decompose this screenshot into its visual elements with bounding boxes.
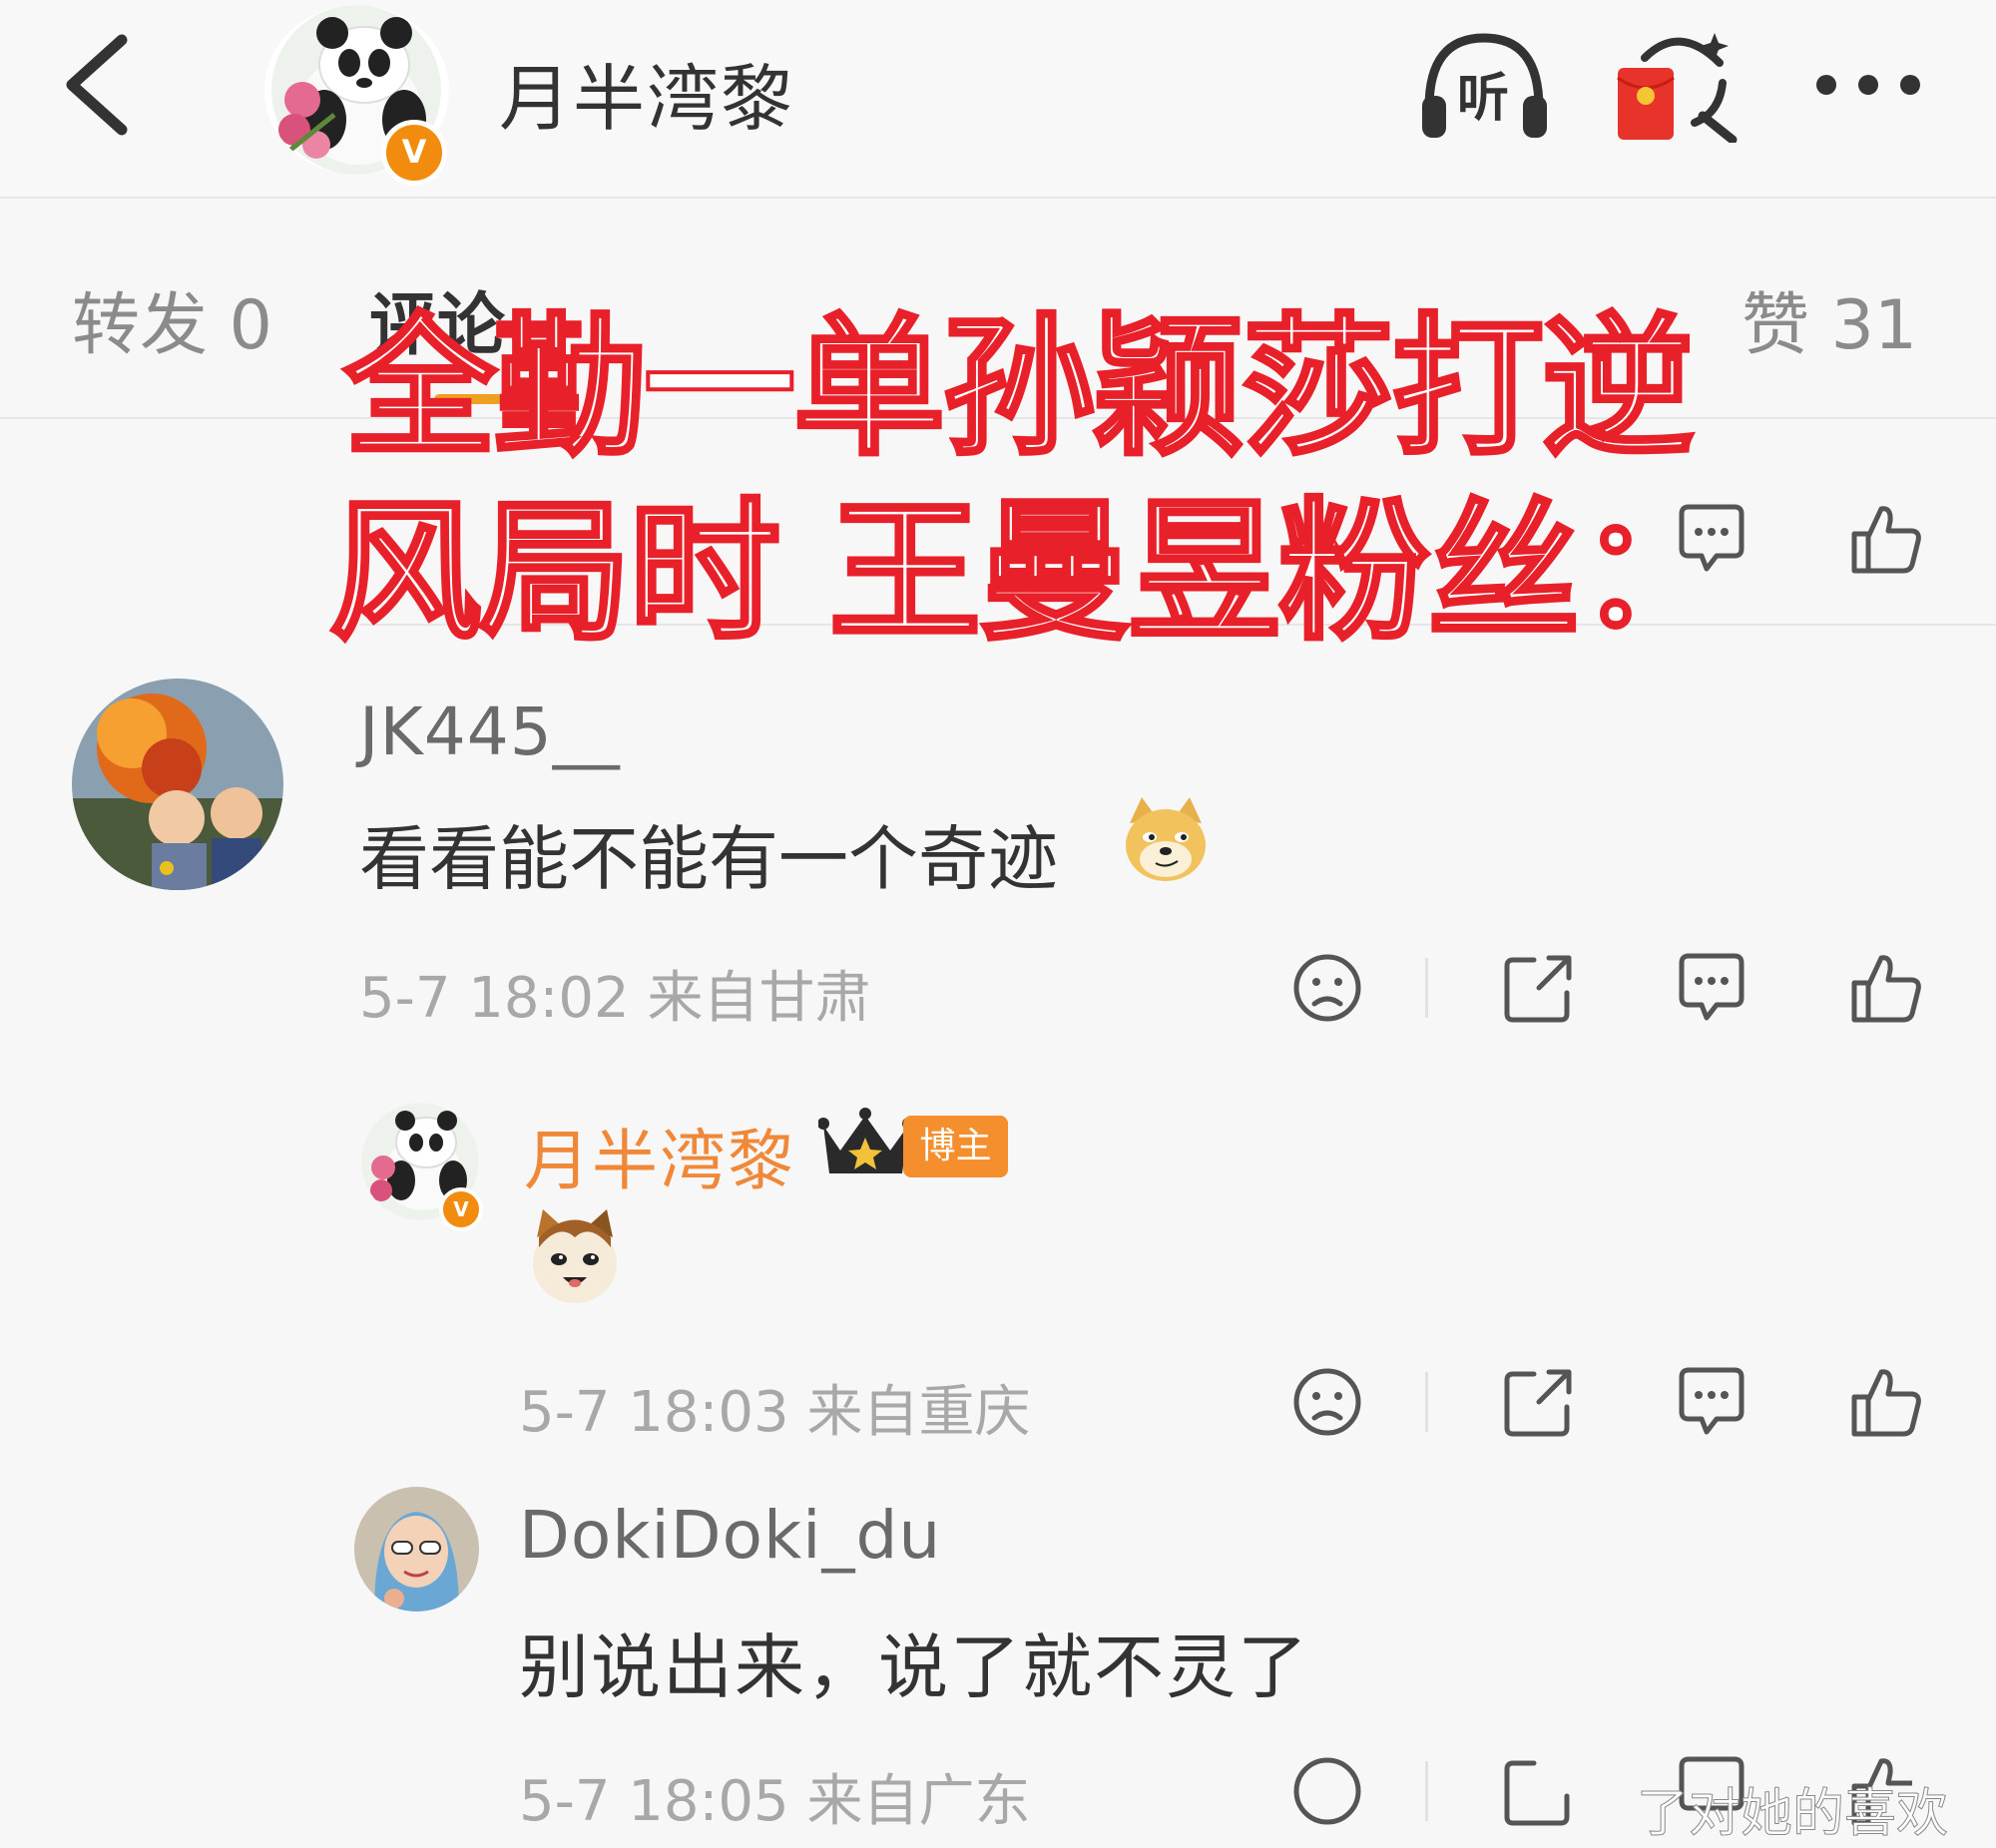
listen-button[interactable]: 听: [1417, 28, 1552, 143]
page-title: 月半湾黎: [499, 57, 795, 141]
back-arrow-icon[interactable]: [52, 30, 142, 140]
comment-meta: 5-7 18:02 来自甘肃: [359, 966, 871, 1031]
crown-icon: [818, 1108, 913, 1173]
comment-meta: 5-7 18:05 来自广东: [519, 1769, 1031, 1834]
share-icon[interactable]: [1499, 948, 1579, 1028]
avatar[interactable]: [72, 679, 283, 890]
user-avatar-image: [72, 679, 283, 890]
dislike-face-icon[interactable]: [1287, 1362, 1367, 1442]
comment-icon[interactable]: [1672, 1362, 1751, 1442]
comment-username[interactable]: DokiDoki_du: [519, 1497, 941, 1574]
doge-emoji-icon: [1126, 797, 1206, 881]
watermark: 了对她的喜欢: [1636, 1784, 1949, 1845]
comment-actions: [1277, 948, 1976, 1038]
avatar[interactable]: [354, 1487, 479, 1612]
comment-icon[interactable]: [1672, 948, 1751, 1028]
share-icon[interactable]: [1499, 1751, 1579, 1831]
dislike-face-icon[interactable]: [1287, 948, 1367, 1028]
like-icon[interactable]: [1846, 948, 1926, 1028]
reply-username[interactable]: 月半湾黎: [524, 1108, 795, 1203]
reply-meta: 5-7 18:03 来自重庆: [519, 1380, 1031, 1445]
comment-username[interactable]: JK445__: [359, 693, 621, 770]
divider: [1425, 1761, 1428, 1821]
like-icon[interactable]: [1846, 499, 1926, 579]
comment-text: 看看能不能有一个奇迹: [359, 818, 1058, 900]
comment-text: 别说出来，说了就不灵了: [519, 1626, 1309, 1708]
cat-emoji-icon: [533, 1209, 617, 1303]
dislike-face-icon[interactable]: [1287, 1751, 1367, 1831]
tab-like[interactable]: 赞 31: [1742, 269, 1917, 368]
user-avatar-image: [354, 1487, 479, 1612]
overlay-caption-line2: 风局时 王曼昱粉丝：: [327, 482, 1732, 663]
divider: [1425, 1372, 1428, 1432]
share-icon[interactable]: [1499, 1362, 1579, 1442]
red-envelope-search-icon[interactable]: [1615, 28, 1740, 143]
verified-badge-icon: V: [381, 120, 447, 186]
tab-repost[interactable]: 转发 0: [72, 269, 272, 368]
divider: [1425, 958, 1428, 1018]
like-icon[interactable]: [1846, 1362, 1926, 1442]
listen-label: 听: [1457, 69, 1510, 129]
more-options-icon[interactable]: [1811, 65, 1926, 105]
reply-actions: [1277, 1362, 1976, 1452]
verified-badge-icon: V: [439, 1187, 483, 1231]
blogger-badge: 博主: [903, 1116, 1008, 1177]
